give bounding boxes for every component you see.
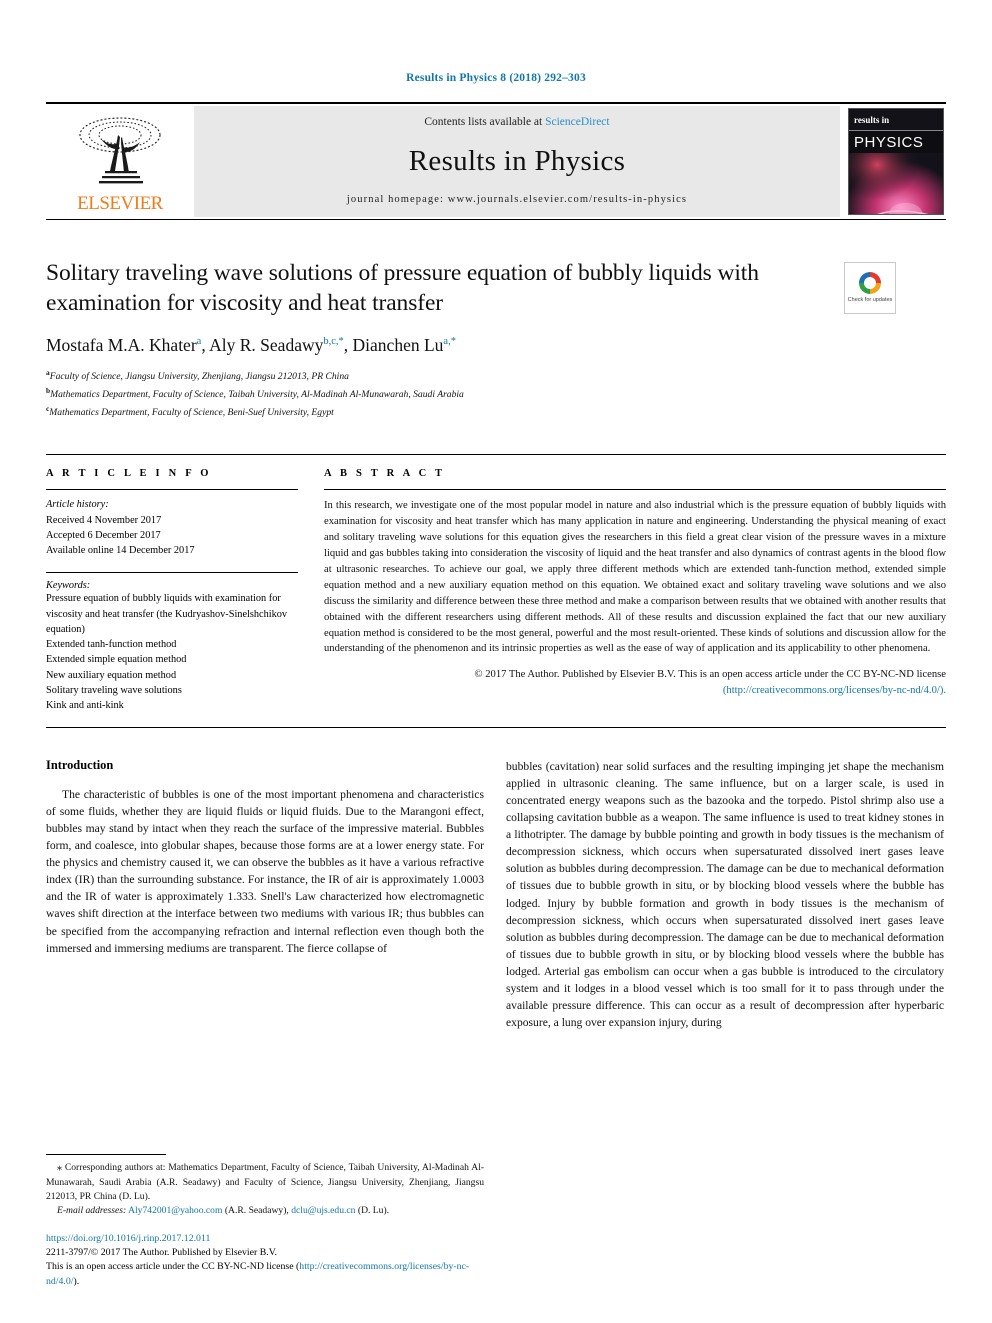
- article-info-heading: A R T I C L E I N F O: [46, 468, 212, 480]
- history-online: Available online 14 December 2017: [46, 545, 195, 557]
- elsevier-logo: ELSEVIER: [46, 104, 194, 219]
- elsevier-wordmark: ELSEVIER: [77, 192, 163, 214]
- affiliation-text: Faculty of Science, Jiangsu University, …: [49, 371, 349, 383]
- cover-journal-name: PHYSICS: [854, 134, 924, 151]
- info-abstract-section: A R T I C L E I N F O Article history: R…: [46, 454, 946, 713]
- keywords-block: Keywords: Pressure equation of bubbly li…: [46, 572, 298, 713]
- email-link-2[interactable]: dclu@ujs.edu.cn: [291, 1205, 355, 1216]
- keyword-item: Kink and anti-kink: [46, 700, 124, 712]
- body-column-right: bubbles (cavitation) near solid surfaces…: [506, 758, 944, 1031]
- affiliation-item: bMathematics Department, Faculty of Scie…: [46, 385, 946, 403]
- author-3: Dianchen Lu: [352, 335, 444, 356]
- author-2: Aly R. Seadawy: [209, 335, 324, 356]
- history-accepted: Accepted 6 December 2017: [46, 529, 161, 541]
- license-suffix: ).: [73, 1275, 80, 1287]
- license-prefix: This is an open access article under the…: [46, 1261, 300, 1273]
- intro-paragraph-right: bubbles (cavitation) near solid surfaces…: [506, 760, 944, 1029]
- open-access-line: This is an open access article under the…: [46, 1260, 484, 1289]
- contents-prefix: Contents lists available at: [424, 116, 546, 128]
- keyword-item: Pressure equation of bubbly liquids with…: [46, 593, 288, 635]
- intro-paragraph-left: The characteristic of bubbles is one of …: [46, 788, 484, 955]
- corresponding-author-text: Corresponding authors at: Mathematics De…: [46, 1162, 484, 1202]
- email-note: E-mail addresses: Aly742001@yahoo.com (A…: [46, 1204, 484, 1218]
- sciencedirect-link[interactable]: ScienceDirect: [545, 116, 610, 128]
- page-title: Solitary traveling wave solutions of pre…: [46, 260, 759, 317]
- author-3-affil-mark: a,*: [443, 336, 456, 348]
- history-received: Received 4 November 2017: [46, 514, 162, 526]
- abstract-copyright: © 2017 The Author. Published by Elsevier…: [324, 659, 946, 699]
- crossmark-badge[interactable]: Check for updates: [844, 262, 896, 314]
- elsevier-tree-icon: [79, 116, 161, 183]
- affiliation-text: Mathematics Department, Faculty of Scien…: [50, 389, 464, 401]
- corresponding-author-note: ⁎ Corresponding authors at: Mathematics …: [46, 1161, 484, 1204]
- body-columns: Introduction The characteristic of bubbl…: [46, 758, 946, 1031]
- crossmark-label: Check for updates: [847, 297, 893, 304]
- masthead-center: Contents lists available at ScienceDirec…: [194, 106, 840, 217]
- journal-title: Results in Physics: [408, 144, 626, 177]
- email-link-1[interactable]: Aly742001@yahoo.com: [128, 1205, 222, 1216]
- author-2-affil-mark: b,c,*: [323, 336, 344, 348]
- keyword-item: Solitary traveling wave solutions: [46, 684, 182, 696]
- article-info-column: A R T I C L E I N F O Article history: R…: [46, 468, 298, 713]
- journal-cover-thumbnail: results in PHYSICS: [848, 108, 944, 215]
- copyright-text: © 2017 The Author. Published by Elsevier…: [474, 669, 946, 681]
- keywords-title: Keywords:: [46, 580, 91, 592]
- abstract-text: In this research, we investigate one of …: [324, 500, 946, 655]
- affiliation-text: Mathematics Department, Faculty of Scien…: [49, 406, 334, 418]
- article-history: Article history: Received 4 November 201…: [46, 490, 298, 558]
- crossmark-icon: [859, 272, 881, 295]
- author-1-affil-mark: a: [196, 336, 202, 348]
- contents-available-line: Contents lists available at ScienceDirec…: [424, 116, 609, 128]
- cover-artwork: [849, 153, 943, 214]
- journal-masthead: ELSEVIER Contents lists available at Sci…: [46, 102, 946, 220]
- cover-top-label: results in: [849, 109, 943, 131]
- doi-block: https://doi.org/10.1016/j.rinp.2017.12.0…: [46, 1232, 484, 1289]
- keyword-item: Extended tanh-function method: [46, 639, 177, 651]
- doi-link[interactable]: https://doi.org/10.1016/j.rinp.2017.12.0…: [46, 1232, 484, 1246]
- affiliation-list: aFaculty of Science, Jiangsu University,…: [46, 367, 946, 420]
- corresponding-author-mark: ⁎: [57, 1162, 62, 1174]
- email-label: E-mail addresses:: [57, 1204, 127, 1216]
- keyword-item: New auxiliary equation method: [46, 669, 177, 681]
- article-history-title: Article history:: [46, 499, 109, 511]
- footnote-divider: [46, 1154, 166, 1156]
- issn-copyright-line: 2211-3797/© 2017 The Author. Published b…: [46, 1247, 277, 1259]
- keyword-item: Extended simple equation method: [46, 654, 187, 666]
- running-head: Results in Physics 8 (2018) 292–303: [406, 72, 586, 84]
- email-owner-2: (D. Lu).: [357, 1204, 390, 1216]
- divider: [46, 727, 946, 729]
- author-1: Mostafa M.A. Khater: [46, 335, 197, 356]
- abstract-column: A B S T R A C T In this research, we inv…: [324, 468, 946, 713]
- title-block: Solitary traveling wave solutions of pre…: [46, 258, 946, 420]
- author-list: Mostafa M.A. Khatera, Aly R. Seadawyb,c,…: [46, 335, 456, 356]
- body-column-left: Introduction The characteristic of bubbl…: [46, 758, 484, 1031]
- section-heading-introduction: Introduction: [46, 758, 114, 773]
- paper-page: Results in Physics 8 (2018) 292–303 ELSE…: [0, 0, 992, 1323]
- abstract-heading: A B S T R A C T: [324, 468, 446, 480]
- email-owner-1: (A.R. Seadawy),: [224, 1204, 289, 1216]
- license-link[interactable]: (http://creativecommons.org/licenses/by-…: [723, 685, 946, 696]
- journal-homepage-link[interactable]: journal homepage: www.journals.elsevier.…: [347, 194, 687, 205]
- footnote-area: ⁎ Corresponding authors at: Mathematics …: [46, 1154, 484, 1289]
- affiliation-item: aFaculty of Science, Jiangsu University,…: [46, 367, 946, 385]
- affiliation-item: cMathematics Department, Faculty of Scie…: [46, 403, 946, 421]
